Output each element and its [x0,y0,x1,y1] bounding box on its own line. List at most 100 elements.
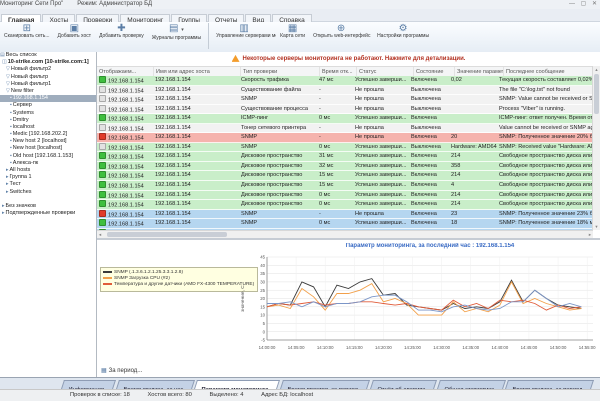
close-button[interactable]: ✕ [592,1,597,7]
table-row[interactable]: 192.168.1.154192.168.1.154ICMP-пинг0 мсУ… [97,114,593,124]
sidebar-item[interactable]: ▸Switches [0,189,96,196]
maximize-button[interactable]: ▢ [581,1,587,7]
sidebar-item[interactable]: ▪New host [localhost] [0,145,96,152]
toolbar-button-globe[interactable]: ⊕Открыть web-интерфейс [309,22,373,51]
sidebar-item[interactable]: ▪Old host [192.168.1.153] [0,153,96,160]
toolbar-button-label: Открыть web-интерфейс [313,34,369,40]
cell-state: Включена [409,219,449,228]
cell-check-type: Дисковое пространство [239,191,317,200]
sidebar-item[interactable]: ▽New filter [0,88,96,95]
sidebar-item[interactable]: ▸Тест [0,181,96,188]
sidebar-item[interactable]: ▸Без значков [0,203,96,210]
table-row[interactable]: 192.168.1.154192.168.1.154SNMP-Не прошла… [97,210,593,220]
window-controls: — ▢ ✕ [565,0,597,9]
sidebar-item[interactable]: ▪Алекса-пк [0,160,96,167]
filter-icon: ▽ [6,88,10,94]
cell-response-time: - [317,124,353,133]
cell-display-name: 192.168.1.154 [97,76,153,85]
cell-response-time: - [317,210,353,219]
sidebar-item-label: All hosts [10,167,31,173]
filter-icon: ▽ [6,74,10,80]
table-row[interactable]: 192.168.1.154192.168.1.154Дисковое прост… [97,191,593,201]
monitor-chart: 454035302520151050-514:00:0014:05:0014:1… [249,252,599,364]
cell-status: Успешно заверши... [353,191,409,200]
cell-last-message: SNMP: Received value "Hardware: AMD64 Fa… [497,143,593,152]
scroll-down-icon[interactable]: ▼ [593,224,600,229]
scroll-up-icon[interactable]: ▲ [593,67,600,72]
toolbar-button-scan-network[interactable]: ⊞Сканировать сеть... [0,22,54,51]
checks-table: 192.168.1.154192.168.1.154Скорость трафи… [97,76,593,230]
table-row[interactable]: 192.168.1.154192.168.1.154Дисковое прост… [97,171,593,181]
warning-bar[interactable]: Некоторые серверы мониторинга не работаю… [97,52,600,66]
hscroll-thumb[interactable] [107,232,227,237]
cell-last-message: SNMP: Полученное значение 23% больше зад… [497,210,593,219]
vscroll-thumb[interactable] [594,74,599,114]
table-row[interactable]: 192.168.1.154192.168.1.154Дисковое прост… [97,181,593,191]
sidebar-item[interactable]: ▽Новый фильтр1 [0,81,96,88]
table-row[interactable]: 192.168.1.154192.168.1.154SNMP-Не прошла… [97,95,593,105]
toolbar-button-add-check[interactable]: ✚Добавить проверку [95,22,148,51]
status-db-address: Адрес БД: localhost [261,392,313,398]
vertical-scrollbar[interactable]: ▲ ▼ [592,66,600,230]
scroll-right-icon[interactable]: ► [588,232,592,237]
sidebar-item[interactable]: ▪New host 2 [localhost] [0,138,96,145]
warning-text: Некоторые серверы мониторинга не работаю… [243,56,466,62]
minimize-button[interactable]: — [569,1,575,7]
svg-text:-5: -5 [261,338,265,343]
toolbar-button-add-host[interactable]: ▣Добавить хост [54,22,96,51]
toolbar-button-logs[interactable]: ▤ ▾Журналы программы [148,22,205,51]
table-row[interactable]: 192.168.1.154192.168.1.154Тонер сетевого… [97,124,593,134]
check-status-icon [99,210,106,217]
host-icon: ▪ [10,117,12,123]
table-row[interactable]: 192.168.1.154192.168.1.154Дисковое прост… [97,162,593,172]
sidebar-item[interactable]: ◫10-strike.com [10-strike.com:1] [0,59,96,66]
table-row[interactable]: 192.168.1.154192.168.1.154SNMP0 мсУспешн… [97,219,593,229]
toolbar-button-monitoring-servers[interactable]: ▥Управление серверами мониторинга [212,22,276,51]
sidebar-item[interactable]: ▸All hosts [0,167,96,174]
cell-last-message: The file "C:\log.txt" not found [497,86,593,95]
toolbar-button-label: Сканировать сеть... [4,34,50,40]
host-icon: ▪ [10,110,12,116]
folder-icon: ▸ [6,167,9,173]
table-row[interactable]: 192.168.1.154192.168.1.154Дисковое прост… [97,200,593,210]
sidebar-item[interactable]: ▪Systems [0,110,96,117]
cell-parameter-value: 214 [449,152,497,161]
sidebar-item[interactable]: ▸Группа 1 [0,174,96,181]
cell-response-time: - [317,86,353,95]
toolbar-button-network-map[interactable]: ▦Карта сети [276,22,309,51]
toolbar-button-gear[interactable]: ⚙Настройки программы [373,22,433,51]
app-title: Мониторинг Сети Про" [0,1,63,7]
sidebar-item[interactable]: ▽Новый фильтр2 [0,66,96,73]
chevron-down-icon[interactable]: ▾ [181,27,184,33]
table-row[interactable]: 192.168.1.154192.168.1.154Дисковое прост… [97,152,593,162]
table-row[interactable]: 192.168.1.154192.168.1.154SNMP-Не прошла… [97,133,593,143]
folder-icon: ▸ [2,210,5,216]
sidebar-item[interactable]: ▪Dmitry [0,117,96,124]
sidebar-item-label: Systems [13,110,34,116]
cell-response-time: 0 мс [317,143,353,152]
sidebar-item[interactable]: ▪Medic [192.168.202.2] [0,131,96,138]
svg-text:14:40:00: 14:40:00 [491,345,508,350]
table-row[interactable]: 192.168.1.154192.168.1.154SNMP0 мсУспешн… [97,143,593,153]
table-row[interactable]: 192.168.1.154192.168.1.154Существование … [97,86,593,96]
table-row[interactable]: 192.168.1.154192.168.1.154Скорость трафи… [97,76,593,86]
filter-icon: ▽ [6,66,10,72]
scroll-left-icon[interactable]: ◄ [98,232,102,237]
sidebar-item[interactable]: ▪localhost [0,124,96,131]
host-icon: ▪ [10,102,12,108]
sidebar-item[interactable]: ▽Новый фильтр [0,74,96,81]
cell-state: Выключена [409,86,449,95]
cell-response-time: 15 мс [317,181,353,190]
folder-icon: ▸ [6,174,9,180]
cell-parameter-value: 214 [449,191,497,200]
sidebar-item[interactable]: ▤Весь список [0,52,96,59]
sidebar-item-label: Новый фильтр1 [11,81,51,87]
cell-check-type: SNMP [239,219,317,228]
cell-status: Успешно заверши... [353,152,409,161]
sidebar-item[interactable]: ▸Подтвержденные проверки [0,210,96,217]
period-button[interactable]: ▦За период... [101,367,142,374]
cell-parameter-value: 358 [449,162,497,171]
sidebar-item[interactable]: ▪192.168.1.154 [0,95,96,102]
table-row[interactable]: 192.168.1.154192.168.1.154Существование … [97,105,593,115]
sidebar-item[interactable]: ▪Сервер [0,102,96,109]
